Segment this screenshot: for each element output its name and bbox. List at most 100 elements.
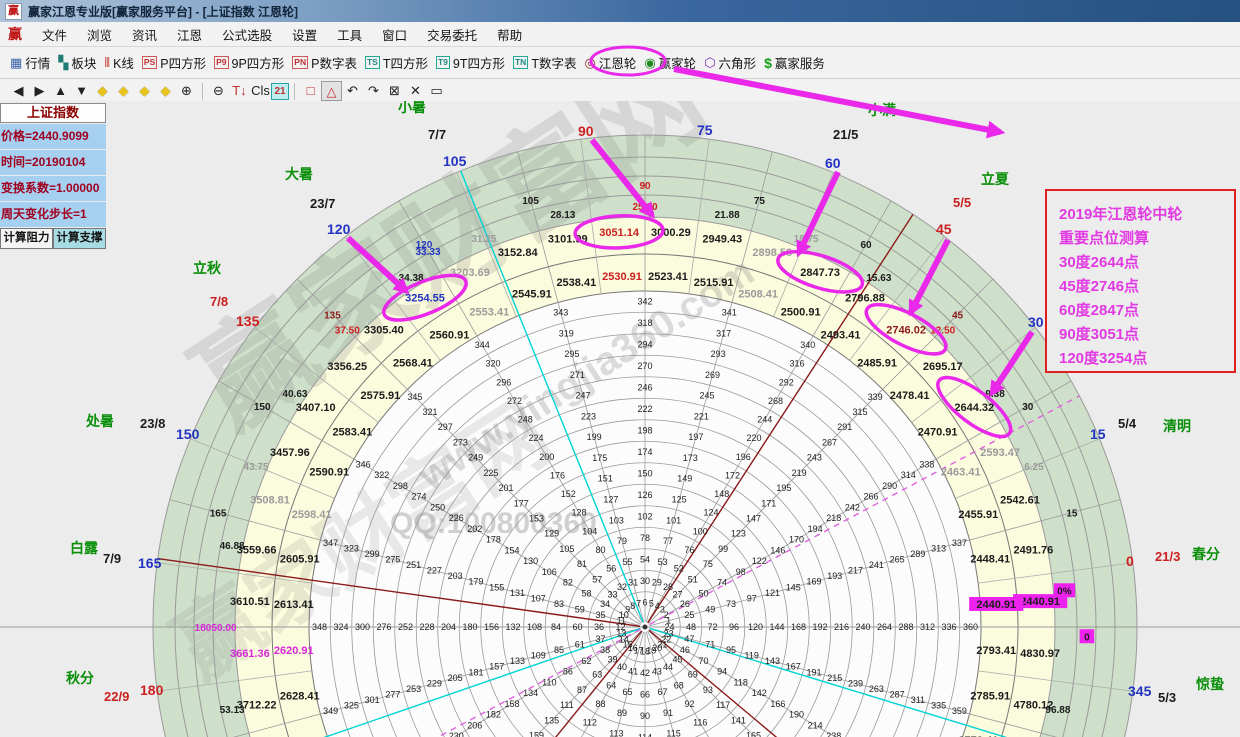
toolbar-t-table-button[interactable]: TN T数字表 [509,51,580,74]
annotation-level-120deg: 120度3254点 [1059,347,1234,371]
pointer-down-button[interactable]: ▼ [71,81,92,101]
menu-settings[interactable]: 设置 [282,25,327,44]
svg-text:238: 238 [826,731,841,737]
svg-text:2695.17: 2695.17 [923,361,963,373]
pointer-up-button[interactable]: ▲ [50,81,71,101]
toolbar-9p-square-button[interactable]: P9 9P四方形 [210,51,288,74]
svg-text:316: 316 [789,359,804,369]
svg-text:95: 95 [726,645,736,655]
svg-text:31.25: 31.25 [471,234,496,245]
toolbar-winner-service-button[interactable]: $ 赢家服务 [760,51,829,74]
menu-trade[interactable]: 交易委托 [417,25,487,44]
app-logo-icon: 赢 [5,3,22,20]
svg-text:2508.41: 2508.41 [738,289,778,301]
svg-text:50.00: 50.00 [211,623,236,634]
symbol-title: 上证指数 [0,103,106,123]
svg-text:135: 135 [544,715,559,725]
title-bar: 赢 赢家江恩专业版[赢家服务平台] - [上证指数 江恩轮] [0,0,1240,22]
svg-text:156: 156 [484,622,499,632]
svg-text:174: 174 [637,447,652,457]
dollar-icon: $ [764,56,772,70]
svg-text:345: 345 [1128,683,1152,699]
svg-text:春分: 春分 [1191,546,1220,562]
toolbar-p-square-button[interactable]: PS P四方形 [138,51,210,74]
menu-file[interactable]: 文件 [32,25,77,44]
price-row: 价格=2440.9099 [0,124,106,149]
svg-text:90: 90 [639,181,651,192]
svg-text:30: 30 [640,576,650,586]
9t-square-icon: T9 [436,56,450,69]
toolbar-gann-wheel-button[interactable]: ◎ 江恩轮 [580,51,640,74]
toolbar-9t-square-button[interactable]: T9 9T四方形 [432,51,509,74]
pan-up-button[interactable]: ◆ [134,81,155,101]
svg-text:165: 165 [210,509,227,520]
nav-next-button[interactable]: ▶ [29,81,50,101]
zoom-out-button[interactable]: ⊖ [208,81,229,101]
svg-text:225: 225 [483,468,498,478]
toolbar-quotes-button[interactable]: ▦ 行情 [6,51,54,74]
svg-text:311: 311 [911,695,925,705]
svg-text:56: 56 [606,564,616,574]
svg-text:2485.91: 2485.91 [857,357,897,369]
nav-prev-button[interactable]: ◀ [8,81,29,101]
svg-text:126: 126 [637,490,652,500]
pan-right-button[interactable]: ◆ [113,81,134,101]
svg-text:3152.84: 3152.84 [498,247,539,259]
svg-text:70: 70 [698,656,708,666]
svg-text:42: 42 [640,668,650,678]
svg-text:228: 228 [419,622,434,632]
svg-text:0: 0 [1126,553,1134,569]
svg-text:321: 321 [423,407,438,417]
toolbar-button-label: 板块 [71,53,96,72]
svg-text:272: 272 [507,396,522,406]
center-button[interactable]: ✕ [405,81,426,101]
svg-text:180: 180 [462,622,477,632]
toolbar-sectors-button[interactable]: ▚ 板块 [54,51,100,74]
square-tool-button[interactable]: □ [300,81,321,101]
svg-text:313: 313 [931,543,946,553]
svg-text:106: 106 [542,567,557,577]
toolbar-t-square-button[interactable]: TS T四方形 [361,51,432,74]
svg-text:167: 167 [786,662,801,672]
menu-gann[interactable]: 江恩 [167,25,212,44]
svg-text:287: 287 [890,690,905,700]
svg-text:76: 76 [684,545,694,555]
clear-box-button[interactable]: ⊠ [384,81,405,101]
menu-tools[interactable]: 工具 [327,25,372,44]
menu-news[interactable]: 资讯 [122,25,167,44]
svg-text:43.75: 43.75 [244,462,269,473]
toolbar-winner-wheel-button[interactable]: ◉ 赢家轮 [640,51,700,74]
zoom-in-button[interactable]: ⊕ [176,81,197,101]
chart-area[interactable]: 赢家财富网www.yingjia360.comQQ:100800360赢家财富网… [0,101,1240,737]
menu-window[interactable]: 窗口 [372,25,417,44]
triangle-tool-button[interactable]: △ [321,81,342,101]
board-button[interactable]: ▭ [426,81,447,101]
calendar-button[interactable]: 21 [271,83,289,100]
toolbar-p-table-button[interactable]: PN P数字表 [288,51,361,74]
svg-text:141: 141 [731,715,746,725]
menu-formula-stock-pick[interactable]: 公式选股 [212,25,282,44]
calc-support-button[interactable]: 计算支撑 [53,228,106,249]
svg-text:146: 146 [770,545,785,555]
svg-text:170: 170 [789,535,804,545]
svg-text:2620.91: 2620.91 [274,645,314,657]
svg-text:67: 67 [657,687,667,697]
svg-text:151: 151 [598,474,613,484]
menu-help[interactable]: 帮助 [487,25,532,44]
svg-text:194: 194 [808,524,823,534]
menu-browse[interactable]: 浏览 [77,25,122,44]
svg-text:97: 97 [747,593,757,603]
svg-text:291: 291 [837,422,852,432]
svg-text:224: 224 [528,433,543,443]
svg-text:99: 99 [718,544,728,554]
price-time-button[interactable]: T↓ [229,81,250,101]
pan-left-button[interactable]: ◆ [92,81,113,101]
toolbar-button-label: 9P四方形 [232,53,285,72]
toolbar-hexagon-button[interactable]: ⬡ 六角形 [700,51,760,74]
calc-resistance-button[interactable]: 计算阻力 [0,228,53,249]
rotate-ccw-button[interactable]: ↶ [342,81,363,101]
rotate-cw-button[interactable]: ↷ [363,81,384,101]
toolbar-kline-button[interactable]: ⦀ K线 [100,51,138,74]
cls-button[interactable]: Cls [250,81,271,101]
pan-down-button[interactable]: ◆ [155,81,176,101]
